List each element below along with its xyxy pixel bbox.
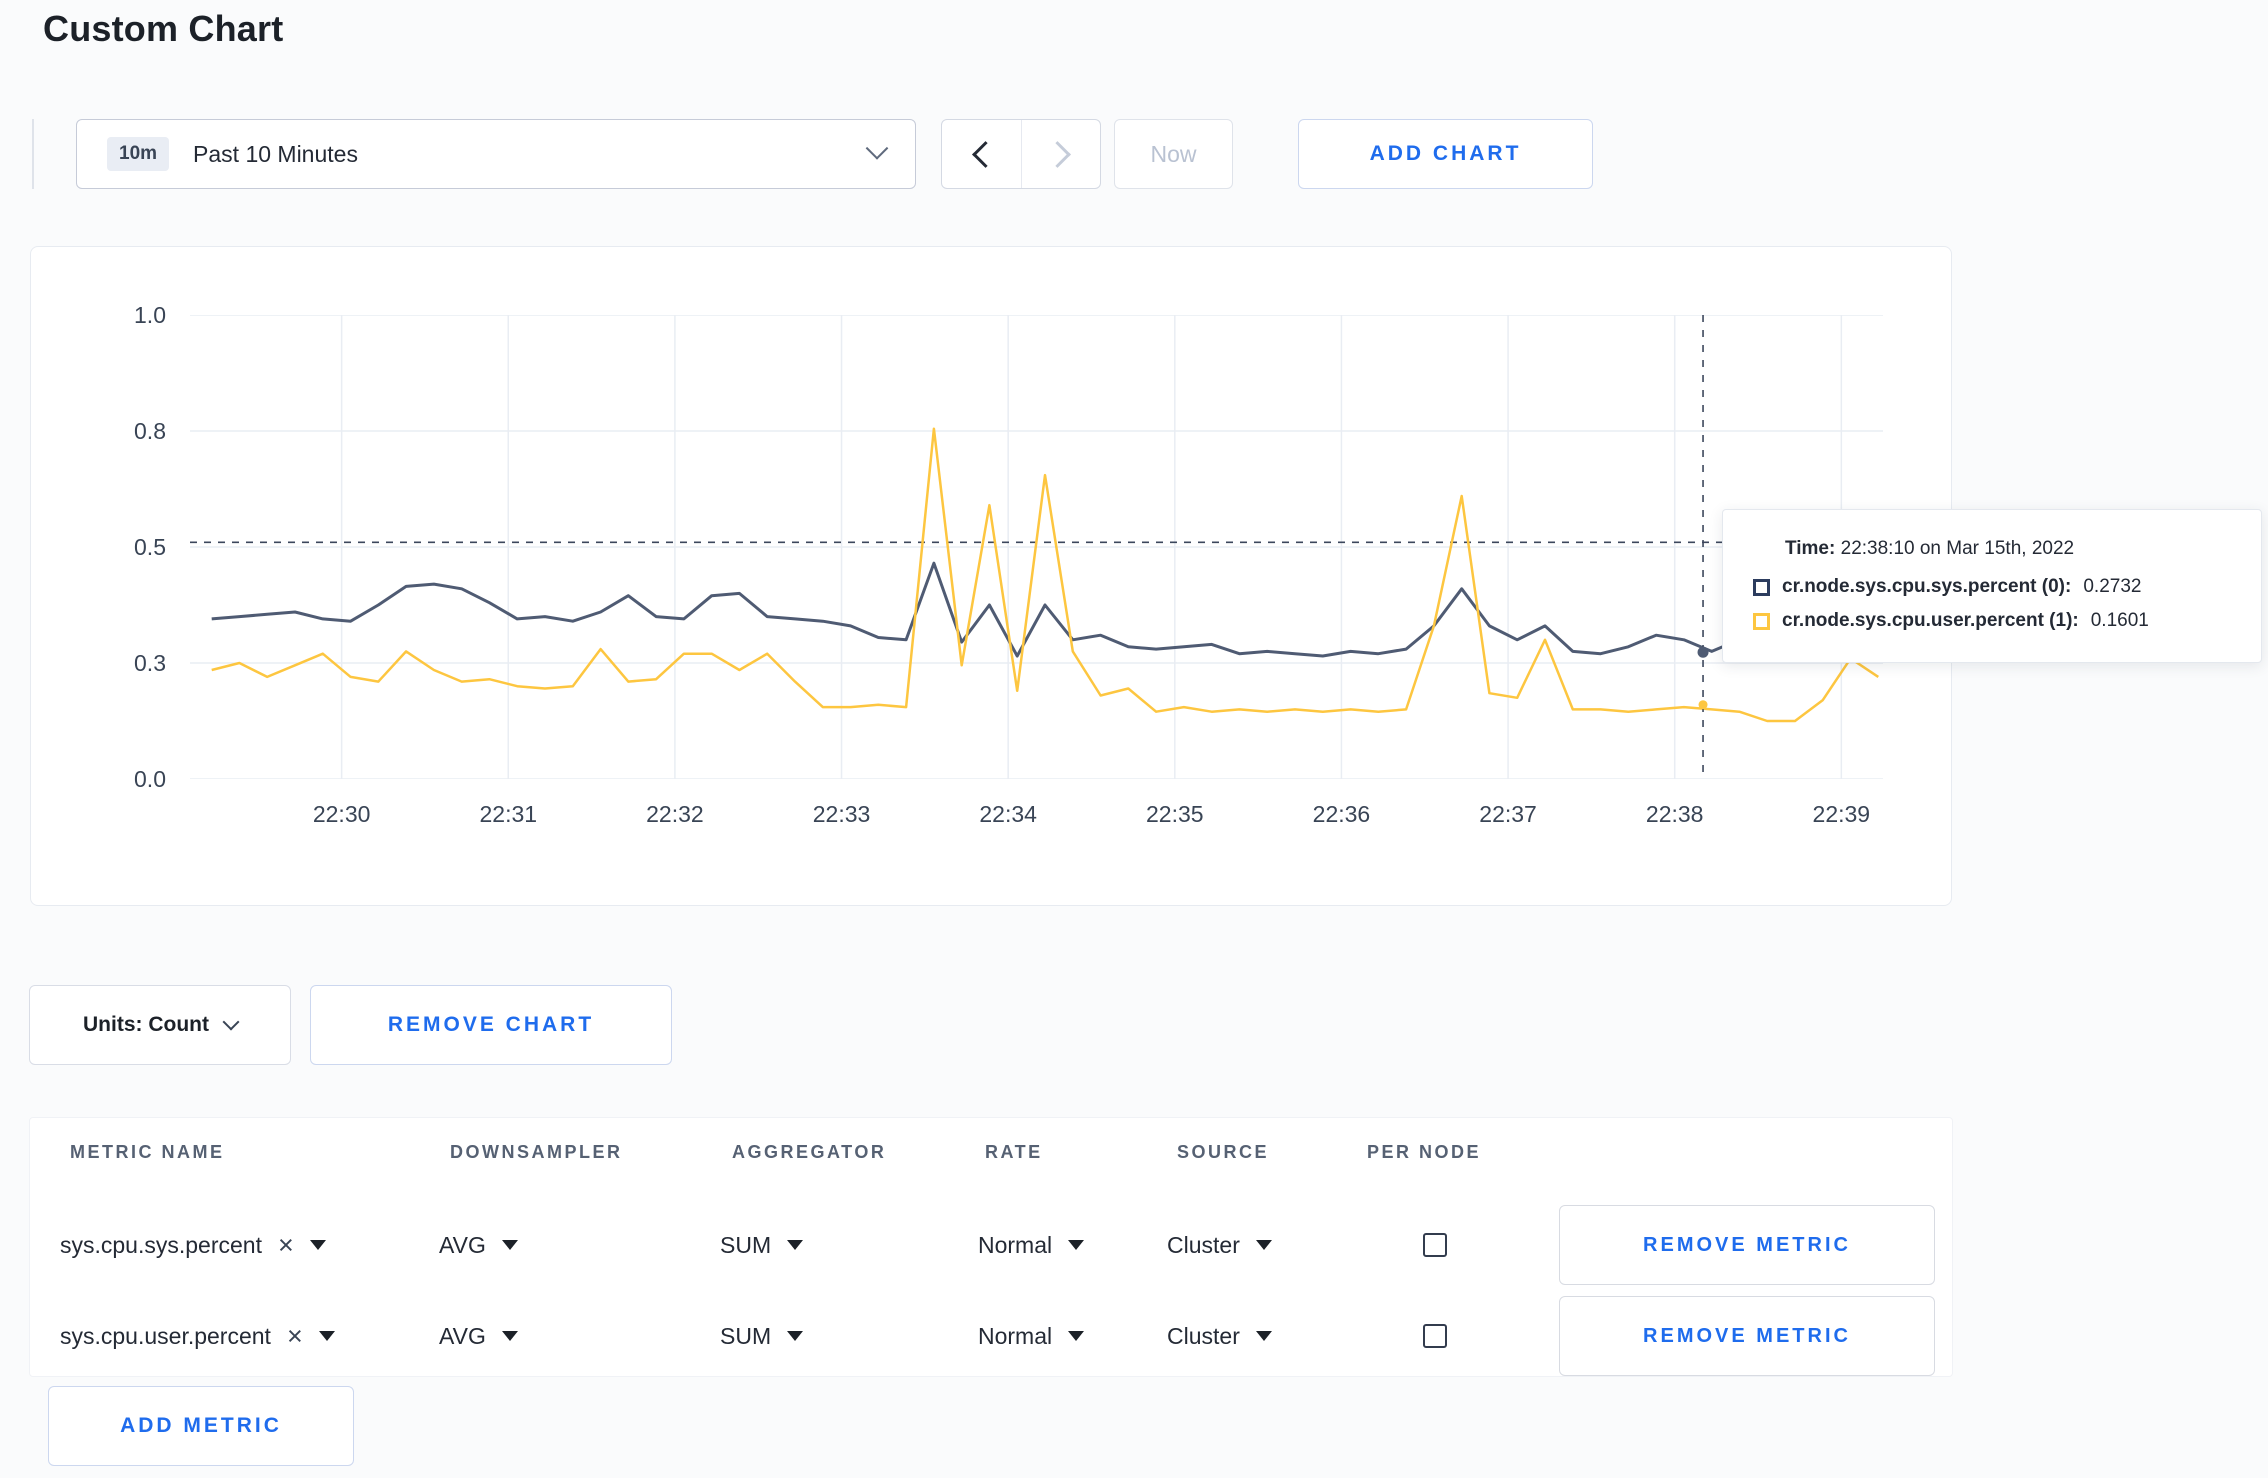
time-window-dropdown[interactable]: 10m Past 10 Minutes <box>76 119 916 189</box>
metric-name-select[interactable]: sys.cpu.sys.percent × <box>60 1202 326 1288</box>
aggregator-select[interactable]: SUM <box>720 1293 804 1379</box>
tooltip-series-value: 0.1601 <box>2090 610 2149 631</box>
time-window-label: Past 10 Minutes <box>193 140 358 167</box>
clear-metric-icon[interactable]: × <box>287 1322 303 1350</box>
source-value: Cluster <box>1167 1231 1240 1258</box>
metric-name-value: sys.cpu.user.percent <box>60 1322 271 1349</box>
tooltip-series-label: cr.node.sys.cpu.sys.percent (0): <box>1782 576 2072 597</box>
x-tick-label: 22:39 <box>1812 801 1871 827</box>
series-swatch-sys <box>1753 578 1770 596</box>
source-value: Cluster <box>1167 1322 1240 1349</box>
caret-down-icon <box>1068 1240 1085 1250</box>
rate-value: Normal <box>978 1322 1053 1349</box>
downsampler-select[interactable]: AVG <box>439 1202 518 1288</box>
col-header-rate: RATE <box>985 1142 1043 1162</box>
tooltip-time-value: 22:38:10 on Mar 15th, 2022 <box>1840 538 2075 559</box>
chevron-left-icon <box>972 140 999 168</box>
clear-metric-icon[interactable]: × <box>278 1231 294 1259</box>
rate-select[interactable]: Normal <box>978 1293 1085 1379</box>
caret-down-icon <box>309 1240 326 1250</box>
caret-down-icon <box>787 1331 804 1341</box>
tooltip-series-label: cr.node.sys.cpu.user.percent (1): <box>1782 610 2079 631</box>
caret-down-icon <box>787 1240 804 1250</box>
add-chart-button[interactable]: ADD CHART <box>1298 119 1593 189</box>
col-header-aggregator: AGGREGATOR <box>732 1142 887 1162</box>
col-header-per-node: PER NODE <box>1367 1142 1482 1162</box>
y-tick-label: 0.8 <box>134 418 166 444</box>
units-label: Units: Count <box>83 1013 209 1036</box>
x-tick-label: 22:31 <box>479 801 538 827</box>
aggregator-select[interactable]: SUM <box>720 1202 804 1288</box>
now-button[interactable]: Now <box>1114 119 1233 189</box>
source-select[interactable]: Cluster <box>1167 1202 1272 1288</box>
per-node-checkbox[interactable] <box>1423 1324 1447 1348</box>
col-header-metric-name: METRIC NAME <box>70 1142 225 1162</box>
chart-tooltip: Time: 22:38:10 on Mar 15th, 2022 cr.node… <box>1722 509 2262 663</box>
tooltip-time-row: Time: 22:38:10 on Mar 15th, 2022 <box>1785 538 2231 560</box>
tooltip-series-value: 0.2732 <box>2083 576 2142 597</box>
caret-down-icon <box>1255 1240 1272 1250</box>
toolbar-divider <box>32 119 34 189</box>
y-tick-label: 0.0 <box>134 766 166 792</box>
time-window-badge: 10m <box>107 137 170 171</box>
chart-plot[interactable] <box>190 315 1883 779</box>
x-tick-label: 22:33 <box>812 801 871 827</box>
x-tick-label: 22:34 <box>979 801 1037 827</box>
tooltip-series-row: cr.node.sys.cpu.user.percent (1): 0.1601 <box>1753 610 2231 632</box>
remove-metric-button[interactable]: REMOVE METRIC <box>1559 1296 1935 1376</box>
downsampler-select[interactable]: AVG <box>439 1293 518 1379</box>
metric-row: sys.cpu.user.percent × AVG SUM Normal Cl… <box>30 1293 1952 1379</box>
series-swatch-user <box>1753 612 1770 630</box>
x-tick-label: 22:35 <box>1146 801 1204 827</box>
source-select[interactable]: Cluster <box>1167 1293 1272 1379</box>
time-next-button[interactable] <box>1021 120 1100 188</box>
tooltip-series-row: cr.node.sys.cpu.sys.percent (0): 0.2732 <box>1753 576 2231 598</box>
add-metric-button[interactable]: ADD METRIC <box>48 1386 354 1466</box>
rate-value: Normal <box>978 1231 1053 1258</box>
x-tick-label: 22:36 <box>1312 801 1371 827</box>
caret-down-icon <box>1068 1331 1085 1341</box>
aggregator-value: SUM <box>720 1322 772 1349</box>
x-tick-label: 22:37 <box>1479 801 1537 827</box>
chart-card: 0.0 0.3 0.5 0.8 1.0 22:30 22:31 22:32 22:33 22:3… <box>30 246 1952 906</box>
per-node-checkbox[interactable] <box>1423 1233 1447 1257</box>
chevron-down-icon <box>865 137 889 160</box>
remove-chart-button[interactable]: REMOVE CHART <box>310 985 672 1065</box>
metric-name-select[interactable]: sys.cpu.user.percent × <box>60 1293 335 1379</box>
col-header-source: SOURCE <box>1177 1142 1270 1162</box>
caret-down-icon <box>318 1331 335 1341</box>
caret-down-icon <box>501 1331 518 1341</box>
chevron-right-icon <box>1043 140 1071 168</box>
metric-row: sys.cpu.sys.percent × AVG SUM Normal Clu… <box>30 1202 1952 1288</box>
downsampler-value: AVG <box>439 1231 486 1258</box>
x-tick-label: 22:32 <box>646 801 704 827</box>
rate-select[interactable]: Normal <box>978 1202 1085 1288</box>
remove-metric-button[interactable]: REMOVE METRIC <box>1559 1205 1935 1285</box>
y-tick-label: 0.5 <box>134 534 166 560</box>
x-tick-label: 22:38 <box>1645 801 1704 827</box>
units-dropdown[interactable]: Units: Count <box>29 985 291 1065</box>
y-tick-label: 0.3 <box>134 650 166 676</box>
page-title: Custom Chart <box>43 8 284 49</box>
chevron-down-icon <box>222 1013 240 1031</box>
col-header-downsampler: DOWNSAMPLER <box>450 1142 623 1162</box>
caret-down-icon <box>1255 1331 1272 1341</box>
metric-name-value: sys.cpu.sys.percent <box>60 1231 262 1258</box>
metrics-table: METRIC NAME DOWNSAMPLER AGGREGATOR RATE … <box>29 1117 1953 1377</box>
downsampler-value: AVG <box>439 1322 486 1349</box>
x-tick-label: 22:30 <box>312 801 371 827</box>
tooltip-time-label: Time: <box>1785 538 1836 559</box>
time-prev-button[interactable] <box>942 120 1021 188</box>
time-nav-group <box>941 119 1101 189</box>
aggregator-value: SUM <box>720 1231 772 1258</box>
caret-down-icon <box>501 1240 518 1250</box>
y-tick-label: 1.0 <box>134 302 166 328</box>
